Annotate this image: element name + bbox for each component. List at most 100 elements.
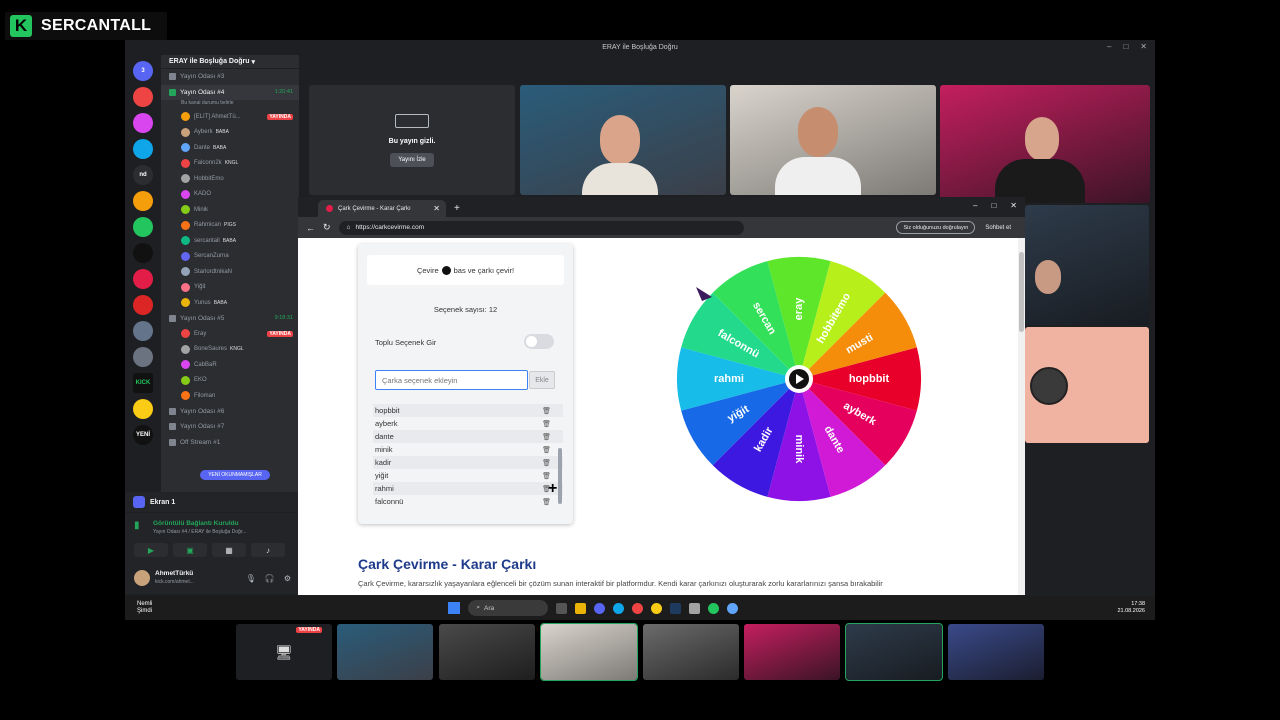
url-field[interactable]: ⌂ https://carkcevirme.com xyxy=(338,220,744,235)
verify-identity-button[interactable]: Siz olduğunuzu doğrulayın xyxy=(896,221,976,234)
participant-avatar-tile[interactable] xyxy=(1025,327,1149,443)
voice-user[interactable]: Ayberk BABA xyxy=(161,125,299,141)
camera-button[interactable]: ▶ xyxy=(134,543,168,557)
participant-video[interactable] xyxy=(520,85,726,195)
spotify-icon[interactable] xyxy=(708,602,720,614)
voice-user[interactable]: Falconn2k KNGL xyxy=(161,156,299,172)
chat-button[interactable]: Sohbet et xyxy=(985,225,1011,231)
participant-thumbnail[interactable] xyxy=(845,623,943,681)
participant-video[interactable] xyxy=(940,85,1150,203)
app-icon[interactable] xyxy=(689,602,701,614)
page-scrollbar[interactable] xyxy=(1018,238,1025,595)
server-icon[interactable] xyxy=(133,295,153,315)
weather-widget[interactable]: Nemli Şimdi xyxy=(137,601,152,615)
voice-user[interactable]: Rahmican PIGS xyxy=(161,218,299,234)
channel-status[interactable]: Bu kanal durumu belirle xyxy=(161,100,299,109)
screen-share-bar[interactable]: Ekran 1 xyxy=(125,492,299,512)
voice-user[interactable]: Dante BABA xyxy=(161,140,299,156)
trash-icon[interactable]: 🗑 xyxy=(542,407,551,415)
voice-user[interactable]: [ELIT] AhmetTü... YAYINDA xyxy=(161,109,299,125)
screen-share-button[interactable]: ▣ xyxy=(173,543,207,557)
option-list-scrollbar[interactable] xyxy=(557,404,563,509)
server-icon[interactable]: YENİ xyxy=(133,425,153,445)
participant-thumbnail[interactable] xyxy=(948,624,1044,680)
voice-user[interactable]: EKO xyxy=(161,373,299,389)
server-icon[interactable] xyxy=(133,113,153,133)
voice-channel[interactable]: Yayın Odası #5 9:18:31 xyxy=(161,311,299,327)
server-icon[interactable]: KICK xyxy=(133,373,153,393)
headphones-icon[interactable]: 🎧 xyxy=(265,574,275,583)
new-unread-badge[interactable]: YENİ OKUNMAMIŞLAR xyxy=(200,470,270,480)
voice-user[interactable]: BoneSaures KNGL xyxy=(161,342,299,358)
wheel-svg[interactable]: hopbbitayberkdanteminikkadiryiğitrahmifa… xyxy=(674,254,924,504)
close-icon[interactable]: ✕ xyxy=(1140,42,1147,51)
voice-channel[interactable]: Off Stream #1 xyxy=(161,435,299,451)
trash-icon[interactable]: 🗑 xyxy=(542,420,551,428)
chrome-icon[interactable] xyxy=(651,602,663,614)
new-tab-icon[interactable]: + xyxy=(454,203,460,214)
server-icon[interactable] xyxy=(133,191,153,211)
microphone-icon[interactable]: 🎙 xyxy=(246,574,256,583)
bulk-input-toggle[interactable] xyxy=(524,334,554,349)
participant-thumbnail[interactable] xyxy=(744,624,840,680)
voice-channel[interactable]: Yayın Odası #3 xyxy=(161,69,299,85)
app-icon[interactable] xyxy=(632,602,644,614)
settings-icon[interactable]: ⚙ xyxy=(284,574,291,583)
voice-channel[interactable]: Yayın Odası #7 xyxy=(161,419,299,435)
voice-user[interactable]: sercantall BABA xyxy=(161,233,299,249)
voice-channel[interactable]: Yayın Odası #6 xyxy=(161,404,299,420)
maximize-icon[interactable]: □ xyxy=(991,201,996,210)
voice-channel[interactable]: Yayın Odası #4 1:20:41 xyxy=(161,84,299,100)
voice-user[interactable]: Filoman xyxy=(161,388,299,404)
soundboard-button[interactable]: ♪ xyxy=(251,543,285,557)
minimize-icon[interactable]: – xyxy=(1107,42,1111,51)
server-icon[interactable] xyxy=(133,217,153,237)
app-icon[interactable] xyxy=(727,602,739,614)
server-icon[interactable] xyxy=(133,269,153,289)
browser-tab[interactable]: Çark Çevirme - Karar Çarkı ✕ xyxy=(318,200,446,217)
close-icon[interactable]: ✕ xyxy=(1010,201,1017,210)
refresh-icon[interactable]: ↻ xyxy=(323,222,331,233)
discord-icon[interactable] xyxy=(594,602,606,614)
participant-video[interactable] xyxy=(730,85,936,195)
taskbar-search[interactable]: ⌕ Ara xyxy=(468,600,549,616)
server-icon[interactable] xyxy=(133,243,153,263)
participant-video[interactable] xyxy=(1025,205,1149,325)
server-icon[interactable] xyxy=(133,321,153,341)
participant-thumbnail[interactable] xyxy=(337,624,433,680)
server-icon[interactable] xyxy=(133,87,153,107)
participant-thumbnail[interactable] xyxy=(643,624,739,680)
trash-icon[interactable]: 🗑 xyxy=(542,433,551,441)
avatar[interactable] xyxy=(134,570,150,586)
back-icon[interactable]: ← xyxy=(306,223,315,233)
start-icon[interactable] xyxy=(448,602,461,614)
server-icon[interactable]: 3 xyxy=(133,61,153,81)
trash-icon[interactable]: 🗑 xyxy=(542,459,551,467)
task-view-icon[interactable] xyxy=(556,602,568,614)
voice-user[interactable]: HobbitEmo xyxy=(161,171,299,187)
activities-button[interactable]: ▦ xyxy=(212,543,246,557)
steam-icon[interactable] xyxy=(670,602,682,614)
file-explorer-icon[interactable] xyxy=(575,602,587,614)
clock[interactable]: 17:38 21.08.2026 xyxy=(1117,601,1145,615)
server-icon[interactable] xyxy=(133,399,153,419)
trash-icon[interactable]: 🗑 xyxy=(542,446,551,454)
voice-user[interactable]: CabBaR xyxy=(161,357,299,373)
voice-user[interactable]: SercanZurna xyxy=(161,249,299,265)
server-icon[interactable] xyxy=(133,347,153,367)
trash-icon[interactable]: 🗑 xyxy=(542,472,551,480)
spin-wheel[interactable]: hopbbit ayberk dante minik kadir yiğit rahmi fa… xyxy=(674,254,924,504)
option-input[interactable] xyxy=(375,370,528,390)
voice-user[interactable]: StarlordtnikaN xyxy=(161,264,299,280)
server-header[interactable]: ERAY ile Boşluğa Doğru ▾ xyxy=(161,55,299,69)
voice-user[interactable]: KADO xyxy=(161,187,299,203)
server-icon[interactable]: nd xyxy=(133,165,153,185)
edge-icon[interactable] xyxy=(613,602,625,614)
watch-stream-button[interactable]: Yayını İzle xyxy=(390,152,434,167)
close-tab-icon[interactable]: ✕ xyxy=(433,204,440,213)
voice-user[interactable]: Yiğit xyxy=(161,280,299,296)
voice-user[interactable]: Yunus BABA xyxy=(161,295,299,311)
voice-user[interactable]: Minik xyxy=(161,202,299,218)
server-icon[interactable] xyxy=(133,139,153,159)
trash-icon[interactable]: 🗑 xyxy=(542,498,551,506)
